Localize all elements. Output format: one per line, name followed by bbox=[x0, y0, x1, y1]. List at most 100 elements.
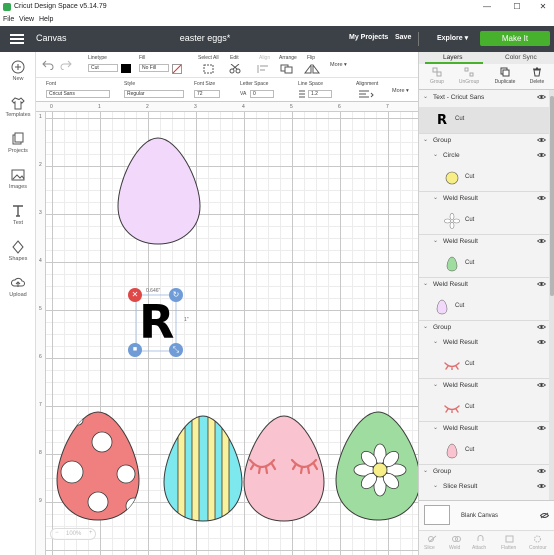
chevron-down-icon[interactable]: ⌄ bbox=[433, 424, 438, 431]
align-icon[interactable] bbox=[257, 64, 271, 74]
layer-item[interactable]: R Cut bbox=[419, 107, 549, 133]
ungroup-button[interactable]: UnGroup bbox=[453, 67, 485, 85]
tab-color-sync[interactable]: Color Sync bbox=[505, 54, 537, 61]
attach-button[interactable]: Attach bbox=[472, 545, 486, 551]
design-canvas[interactable]: 0 1 2 3 4 5 6 7 1 2 3 4 5 6 7 8 9 R 0.64… bbox=[36, 102, 418, 555]
eye-icon[interactable] bbox=[537, 94, 546, 100]
group-button[interactable]: Group bbox=[421, 67, 453, 85]
fill-select[interactable]: No Fill bbox=[139, 64, 169, 72]
sidebar-item-images[interactable]: Images bbox=[0, 168, 36, 190]
undo-icon[interactable] bbox=[42, 60, 54, 70]
layer-item[interactable]: Cut bbox=[419, 395, 549, 421]
chevron-down-icon[interactable]: ⌄ bbox=[423, 323, 428, 330]
hidden-eye-icon[interactable] bbox=[540, 512, 549, 519]
layer-item[interactable]: Cut bbox=[419, 251, 549, 277]
eye-icon[interactable] bbox=[537, 382, 546, 388]
style-select[interactable]: Regular bbox=[124, 90, 184, 98]
line-space-input[interactable]: 1.2 bbox=[308, 90, 332, 98]
no-fill-swatch-icon[interactable] bbox=[172, 64, 182, 74]
minimize-button[interactable]: — bbox=[478, 1, 496, 13]
layer-group-header[interactable]: ⌄ Group bbox=[419, 135, 549, 148]
menu-help[interactable]: Help bbox=[39, 16, 53, 23]
menu-view[interactable]: View bbox=[19, 16, 34, 23]
layer-group-header[interactable]: ⌄ Weld Result bbox=[419, 380, 549, 393]
eye-icon[interactable] bbox=[537, 195, 546, 201]
make-it-button[interactable]: Make It bbox=[480, 31, 550, 46]
text-align-icon[interactable] bbox=[358, 90, 374, 99]
delete-button[interactable]: Delete bbox=[521, 67, 553, 85]
sidebar-item-new[interactable]: New bbox=[0, 60, 36, 82]
chevron-down-icon[interactable]: ⌄ bbox=[433, 338, 438, 345]
arrange-icon[interactable] bbox=[280, 64, 294, 74]
layer-group-header[interactable]: ⌄ Text - Cricut Sans bbox=[419, 92, 549, 105]
selected-text-r[interactable]: R bbox=[139, 295, 174, 349]
layer-item[interactable]: Cut bbox=[419, 438, 549, 464]
layer-group-header[interactable]: ⌄ Circle bbox=[419, 150, 549, 163]
maximize-button[interactable]: ☐ bbox=[508, 1, 526, 13]
save-button[interactable]: Save bbox=[395, 34, 411, 41]
layers-scrollbar[interactable] bbox=[549, 90, 554, 500]
explore-dropdown[interactable]: Explore ▾ bbox=[437, 34, 468, 42]
lock-handle-icon[interactable]: ■ bbox=[128, 343, 142, 357]
sidebar-item-shapes[interactable]: Shapes bbox=[0, 240, 36, 262]
tab-layers[interactable]: Layers bbox=[443, 54, 463, 61]
eye-icon[interactable] bbox=[537, 339, 546, 345]
letter-space-input[interactable]: 0 bbox=[250, 90, 274, 98]
layer-item[interactable]: Cut bbox=[419, 352, 549, 378]
blank-canvas-row[interactable]: Blank Canvas bbox=[419, 500, 554, 530]
chevron-down-icon[interactable]: ⌄ bbox=[433, 194, 438, 201]
chevron-down-icon[interactable]: ⌄ bbox=[423, 280, 428, 287]
chevron-down-icon[interactable]: ⌄ bbox=[433, 381, 438, 388]
pink-egg[interactable] bbox=[243, 415, 325, 522]
eye-icon[interactable] bbox=[537, 281, 546, 287]
rotate-handle-icon[interactable]: ↻ bbox=[169, 288, 183, 302]
duplicate-button[interactable]: Duplicate bbox=[489, 67, 521, 85]
chevron-down-icon[interactable]: ⌄ bbox=[433, 151, 438, 158]
flip-icon[interactable] bbox=[304, 64, 320, 74]
layer-group-header[interactable]: ⌄ Weld Result bbox=[419, 337, 549, 350]
text-more-button[interactable]: More ▾ bbox=[392, 88, 409, 94]
chevron-down-icon[interactable]: ⌄ bbox=[423, 136, 428, 143]
sidebar-item-projects[interactable]: Projects bbox=[0, 132, 36, 154]
chevron-down-icon[interactable]: ⌄ bbox=[423, 467, 428, 474]
linetype-color-swatch[interactable] bbox=[121, 64, 131, 73]
weld-button[interactable]: Weld bbox=[449, 545, 460, 551]
eye-icon[interactable] bbox=[537, 238, 546, 244]
menu-file[interactable]: File bbox=[3, 16, 14, 23]
layer-group-header[interactable]: ⌄ Slice Result bbox=[419, 481, 549, 494]
layer-group-header[interactable]: ⌄ Weld Result bbox=[419, 236, 549, 249]
scrollbar-thumb[interactable] bbox=[550, 96, 554, 296]
chevron-down-icon[interactable]: ⌄ bbox=[423, 93, 428, 100]
layer-group-header[interactable]: ⌄ Weld Result bbox=[419, 279, 549, 292]
contour-button[interactable]: Contour bbox=[529, 545, 547, 551]
sidebar-item-text[interactable]: Text bbox=[0, 204, 36, 226]
chevron-down-icon[interactable]: ⌄ bbox=[433, 237, 438, 244]
scissors-icon[interactable] bbox=[229, 64, 243, 74]
layer-group-header[interactable]: ⌄ Group bbox=[419, 322, 549, 335]
eye-icon[interactable] bbox=[537, 137, 546, 143]
layer-group-header[interactable]: ⌄ Weld Result bbox=[419, 423, 549, 436]
layer-item[interactable]: Cut bbox=[419, 208, 549, 234]
layer-group-header[interactable]: ⌄ Weld Result bbox=[419, 193, 549, 206]
zoom-out-button[interactable]: − bbox=[55, 530, 59, 536]
zoom-in-button[interactable]: + bbox=[89, 530, 93, 536]
close-window-button[interactable]: ✕ bbox=[534, 1, 552, 13]
eye-icon[interactable] bbox=[537, 152, 546, 158]
linetype-select[interactable]: Cut bbox=[88, 64, 118, 72]
chevron-down-icon[interactable]: ⌄ bbox=[433, 482, 438, 489]
purple-egg[interactable] bbox=[117, 137, 201, 245]
more-button[interactable]: More ▾ bbox=[330, 62, 347, 68]
font-size-input[interactable]: 72 bbox=[194, 90, 220, 98]
eye-icon[interactable] bbox=[537, 483, 546, 489]
flatten-button[interactable]: Flatten bbox=[501, 545, 516, 551]
sidebar-item-templates[interactable]: Templates bbox=[0, 96, 36, 118]
eye-icon[interactable] bbox=[537, 468, 546, 474]
layer-item[interactable]: Cut bbox=[419, 294, 549, 320]
slice-button[interactable]: Slice bbox=[424, 545, 435, 551]
delete-handle-icon[interactable]: ✕ bbox=[128, 288, 142, 302]
resize-handle-icon[interactable]: ⤡ bbox=[169, 343, 183, 357]
select-all-icon[interactable] bbox=[203, 64, 214, 74]
layer-group-header[interactable]: ⌄ Group bbox=[419, 466, 549, 479]
my-projects-button[interactable]: My Projects bbox=[349, 34, 388, 41]
sidebar-item-upload[interactable]: Upload bbox=[0, 276, 36, 298]
